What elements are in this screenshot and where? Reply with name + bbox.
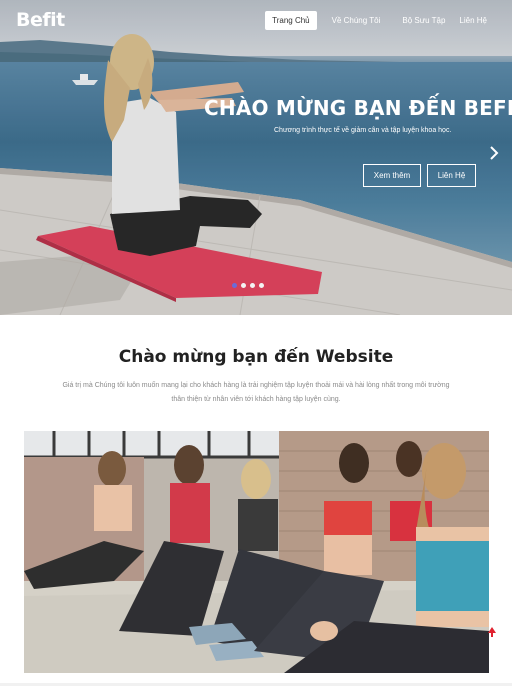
welcome-description-line-2: thân thiện từ nhân viên tới khách hàng t… xyxy=(171,396,341,403)
contact-button[interactable]: Liên Hệ xyxy=(427,164,476,187)
carousel-dot-1[interactable] xyxy=(232,283,237,288)
group-fitness-photo xyxy=(24,431,489,673)
nav-item-contact[interactable]: Liên Hệ xyxy=(452,11,494,30)
carousel-dot-4[interactable] xyxy=(259,283,264,288)
welcome-title: Chào mừng bạn đến Website xyxy=(118,347,394,367)
arrow-up-icon-glyph xyxy=(488,627,496,637)
welcome-description-line-1: Giá trị mà Chúng tôi luôn muốn mang lại … xyxy=(62,382,450,389)
chevron-right-icon[interactable] xyxy=(487,146,501,164)
welcome-section: Chào mừng bạn đến Website Giá trị mà Chú… xyxy=(0,315,512,686)
hero-banner: Befit Trang Chủ Về Chúng Tôi Bộ Sưu Tập … xyxy=(0,0,512,315)
nav-item-collection[interactable]: Bộ Sưu Tập xyxy=(395,11,452,30)
nav-item-home[interactable]: Trang Chủ xyxy=(265,11,317,30)
carousel-dot-3[interactable] xyxy=(250,283,255,288)
carousel-indicators xyxy=(232,283,264,288)
nav-item-about[interactable]: Về Chúng Tôi xyxy=(325,11,388,30)
logo[interactable]: Befit xyxy=(16,9,65,31)
hero-subtitle: Chương trình thực tế về giảm cân và tập … xyxy=(274,127,452,134)
hero-overlay xyxy=(0,0,512,315)
welcome-description: Giá trị mà Chúng tôi luôn muốn mang lại … xyxy=(26,379,486,407)
main-nav: Trang Chủ Về Chúng Tôi Bộ Sưu Tập Liên H… xyxy=(257,11,494,30)
hero-title: CHÀO MỪNG BẠN ĐẾN BEFIT xyxy=(204,96,512,120)
carousel-dot-2[interactable] xyxy=(241,283,246,288)
chevron-right-icon-glyph xyxy=(490,146,499,160)
view-more-button[interactable]: Xem thêm xyxy=(363,164,421,187)
arrow-up-icon[interactable] xyxy=(487,626,497,641)
group-fitness-illustration xyxy=(24,431,489,673)
